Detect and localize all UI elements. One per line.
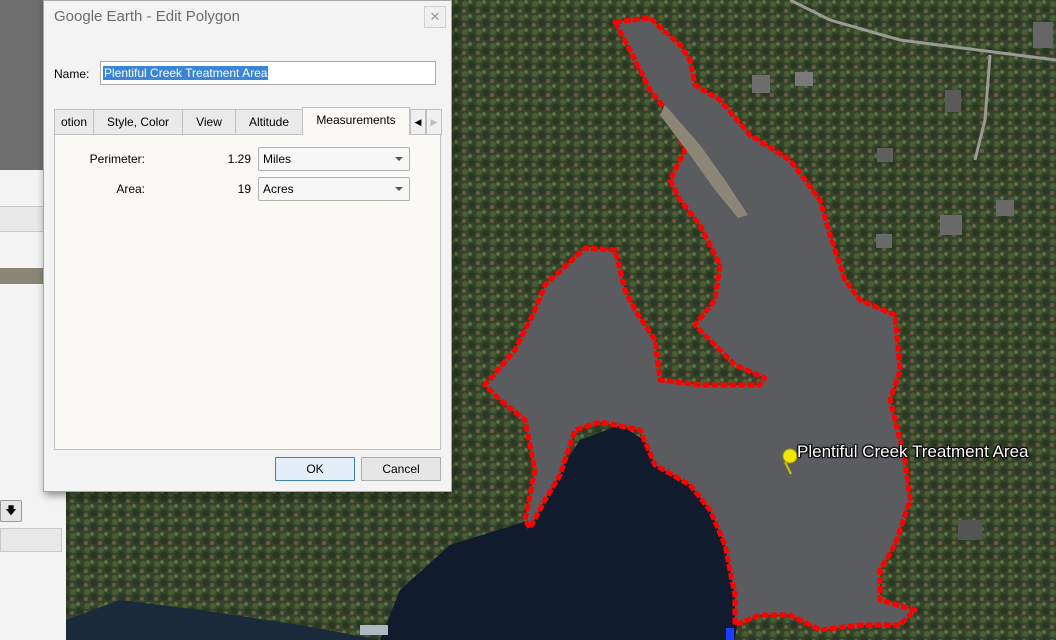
close-button[interactable]: ✕: [424, 6, 446, 28]
tab-description[interactable]: otion: [54, 109, 94, 134]
name-field[interactable]: Plentiful Creek Treatment Area: [100, 61, 436, 85]
area-unit-select[interactable]: Acres: [258, 177, 410, 201]
tab-label: otion: [60, 115, 88, 129]
tab-label: View: [196, 115, 222, 129]
area-unit-value: Acres: [263, 182, 294, 196]
name-label: Name:: [54, 67, 90, 81]
house: [940, 215, 962, 235]
down-arrow-icon: 🡇: [5, 505, 17, 517]
sidebar-button-bar[interactable]: [0, 528, 62, 552]
edit-polygon-dialog: Google Earth - Edit Polygon ✕ Name: Plen…: [43, 0, 452, 492]
house: [876, 234, 892, 248]
house: [795, 72, 813, 86]
chevron-right-icon: ▶: [430, 117, 438, 127]
dock: [360, 625, 388, 635]
tab-scroll-right-button[interactable]: ▶: [426, 109, 442, 135]
house: [752, 75, 770, 93]
chevron-down-icon: [395, 157, 403, 161]
chevron-left-icon: ◀: [414, 117, 422, 127]
title-bar[interactable]: Google Earth - Edit Polygon ✕: [44, 1, 451, 33]
tab-style-color[interactable]: Style, Color: [93, 109, 183, 134]
sidebar-section-bar: [0, 268, 44, 284]
tab-scroll-left-button[interactable]: ◀: [410, 109, 426, 135]
area-label: Area:: [116, 182, 145, 196]
blue-marker: [726, 628, 734, 640]
perimeter-unit-value: Miles: [263, 152, 292, 166]
tab-altitude[interactable]: Altitude: [235, 109, 303, 134]
house: [945, 90, 961, 112]
ok-button[interactable]: OK: [275, 457, 355, 481]
house: [877, 148, 893, 162]
house: [958, 520, 982, 540]
down-arrow-button[interactable]: 🡇: [0, 500, 22, 522]
sidebar-search-bar[interactable]: [0, 206, 44, 232]
tab-label: Measurements: [316, 113, 396, 127]
measurements-panel: Perimeter: 1.29 Miles Area: 19 Acres: [54, 134, 441, 450]
tab-label: Style, Color: [106, 115, 170, 129]
tab-bar: otion Style, Color View Altitude Measure…: [54, 107, 442, 135]
house: [1033, 22, 1053, 48]
dialog-title: Google Earth - Edit Polygon: [54, 8, 240, 25]
perimeter-unit-select[interactable]: Miles: [258, 147, 410, 171]
tab-label: Altitude: [248, 115, 290, 129]
name-field-value: Plentiful Creek Treatment Area: [103, 66, 269, 80]
chevron-down-icon: [395, 187, 403, 191]
area-value: 19: [237, 182, 251, 196]
tab-view[interactable]: View: [182, 109, 236, 134]
house: [996, 200, 1014, 216]
placemark-label[interactable]: Plentiful Creek Treatment Area: [797, 442, 1029, 462]
cancel-button[interactable]: Cancel: [361, 457, 441, 481]
perimeter-value: 1.29: [227, 152, 251, 166]
sidebar-header-block: [0, 0, 46, 170]
perimeter-label: Perimeter:: [89, 152, 145, 166]
close-icon: ✕: [429, 9, 441, 24]
tab-measurements[interactable]: Measurements: [302, 107, 410, 135]
